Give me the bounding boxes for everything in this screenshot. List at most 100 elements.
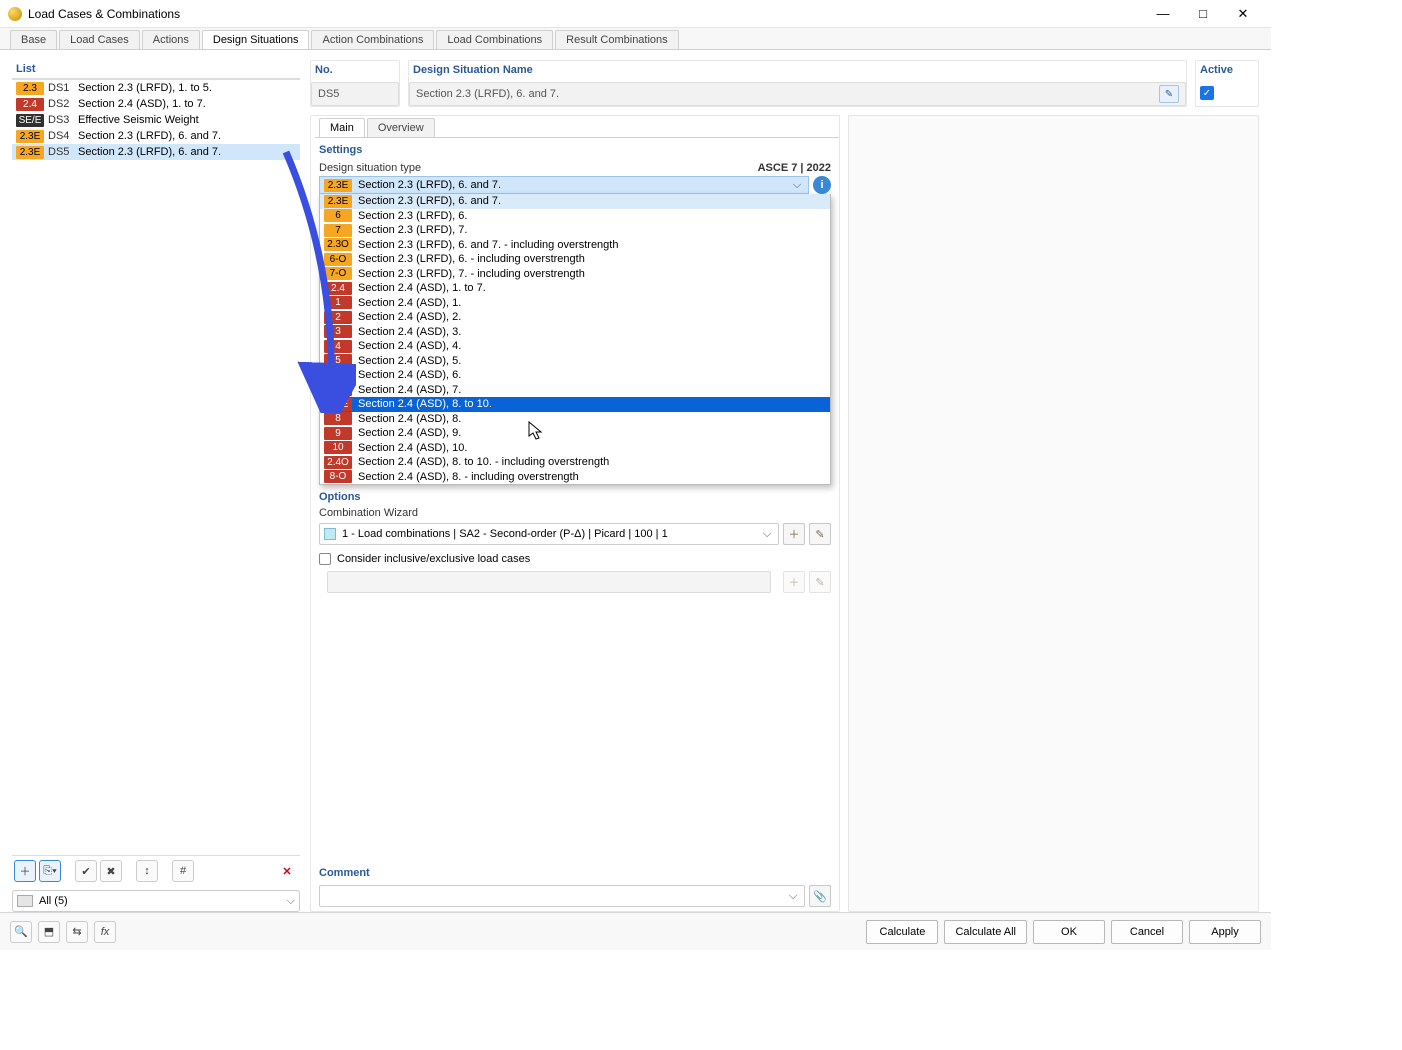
filter-dropdown[interactable]: All (5) ⌵ bbox=[12, 890, 300, 912]
type-option[interactable]: 7Section 2.3 (LRFD), 7. bbox=[320, 223, 830, 238]
list-item[interactable]: 2.4DS2Section 2.4 (ASD), 1. to 7. bbox=[12, 96, 300, 112]
main-tab-bar: BaseLoad CasesActionsDesign SituationsAc… bbox=[0, 28, 1271, 50]
type-option[interactable]: 10Section 2.4 (ASD), 10. bbox=[320, 441, 830, 456]
cancel-button[interactable]: Cancel bbox=[1111, 920, 1183, 944]
combo-wizard-dropdown[interactable]: 1 - Load combinations | SA2 - Second-ord… bbox=[319, 523, 779, 545]
consider-checkbox[interactable] bbox=[319, 553, 331, 565]
filter-swatch-icon bbox=[17, 895, 33, 907]
footer-tool-1[interactable]: 🔍 bbox=[10, 921, 32, 943]
titlebar: Load Cases & Combinations — □ ✕ bbox=[0, 0, 1271, 28]
tab-load-combinations[interactable]: Load Combinations bbox=[436, 30, 553, 49]
options-title: Options bbox=[311, 485, 839, 505]
tab-action-combinations[interactable]: Action Combinations bbox=[311, 30, 434, 49]
type-option[interactable]: 6Section 2.4 (ASD), 6. bbox=[320, 368, 830, 383]
calculate-button[interactable]: Calculate bbox=[866, 920, 938, 944]
consider-label: Consider inclusive/exclusive load cases bbox=[337, 553, 530, 565]
design-situations-list[interactable]: 2.3DS1Section 2.3 (LRFD), 1. to 5.2.4DS2… bbox=[12, 79, 300, 855]
footer-tool-3[interactable]: ⇆ bbox=[66, 921, 88, 943]
renumber-button[interactable]: # bbox=[172, 860, 194, 882]
footer-bar: 🔍 ⬒ ⇆ fx CalculateCalculate AllOKCancelA… bbox=[0, 912, 1271, 950]
type-option[interactable]: 8-OSection 2.4 (ASD), 8. - including ove… bbox=[320, 470, 830, 485]
type-dropdown-list[interactable]: 2.3ESection 2.3 (LRFD), 6. and 7.6Sectio… bbox=[319, 194, 831, 485]
inner-tab-overview[interactable]: Overview bbox=[367, 118, 435, 137]
tab-load-cases[interactable]: Load Cases bbox=[59, 30, 140, 49]
type-option[interactable]: 7Section 2.4 (ASD), 7. bbox=[320, 383, 830, 398]
combo-new-button[interactable]: ＋ bbox=[783, 523, 805, 545]
type-option[interactable]: 2Section 2.4 (ASD), 2. bbox=[320, 310, 830, 325]
ok-button[interactable]: OK bbox=[1033, 920, 1105, 944]
type-option[interactable]: 2.4Section 2.4 (ASD), 1. to 7. bbox=[320, 281, 830, 296]
type-option[interactable]: 2.4OSection 2.4 (ASD), 8. to 10. - inclu… bbox=[320, 455, 830, 470]
type-option[interactable]: 4Section 2.4 (ASD), 4. bbox=[320, 339, 830, 354]
type-option[interactable]: 8Section 2.4 (ASD), 8. bbox=[320, 412, 830, 427]
type-option[interactable]: 9Section 2.4 (ASD), 9. bbox=[320, 426, 830, 441]
selected-badge: 2.3E bbox=[324, 179, 352, 192]
type-option[interactable]: 7-OSection 2.3 (LRFD), 7. - including ov… bbox=[320, 267, 830, 282]
standard-label: ASCE 7 | 2022 bbox=[750, 160, 839, 176]
window-title: Load Cases & Combinations bbox=[28, 7, 1143, 21]
chevron-down-icon: ⌵ bbox=[790, 179, 804, 192]
active-label: Active bbox=[1196, 61, 1258, 82]
calculate-all-button[interactable]: Calculate All bbox=[944, 920, 1027, 944]
chevron-down-icon: ⌵ bbox=[287, 895, 295, 908]
tab-result-combinations[interactable]: Result Combinations bbox=[555, 30, 679, 49]
inner-tab-main[interactable]: Main bbox=[319, 118, 365, 137]
comment-attach-button[interactable]: 📎 bbox=[809, 885, 831, 907]
settings-title: Settings bbox=[311, 138, 839, 160]
comment-label: Comment bbox=[319, 861, 831, 883]
no-label: No. bbox=[311, 61, 399, 82]
tab-design-situations[interactable]: Design Situations bbox=[202, 30, 310, 49]
inner-tab-bar: MainOverview bbox=[315, 116, 839, 138]
sort-button[interactable]: ↕ bbox=[136, 860, 158, 882]
name-field[interactable]: Section 2.3 (LRFD), 6. and 7. ✎ bbox=[409, 82, 1186, 106]
apply-button[interactable]: Apply bbox=[1189, 920, 1261, 944]
type-option[interactable]: 6Section 2.3 (LRFD), 6. bbox=[320, 209, 830, 224]
preview-panel bbox=[848, 115, 1259, 912]
uncheck-button[interactable]: ✖ bbox=[100, 860, 122, 882]
type-option[interactable]: 5Section 2.4 (ASD), 5. bbox=[320, 354, 830, 369]
name-label: Design Situation Name bbox=[409, 61, 1186, 82]
type-option[interactable]: 2.3ESection 2.3 (LRFD), 6. and 7. bbox=[320, 194, 830, 209]
type-option[interactable]: 1Section 2.4 (ASD), 1. bbox=[320, 296, 830, 311]
tab-base[interactable]: Base bbox=[10, 30, 57, 49]
comment-input[interactable]: ⌵ bbox=[319, 885, 805, 907]
type-dropdown[interactable]: 2.3E Section 2.3 (LRFD), 6. and 7. ⌵ bbox=[319, 176, 809, 194]
filter-value: All (5) bbox=[39, 895, 68, 907]
close-button[interactable]: ✕ bbox=[1223, 1, 1263, 27]
list-item[interactable]: 2.3EDS4Section 2.3 (LRFD), 6. and 7. bbox=[12, 128, 300, 144]
combo-swatch-icon bbox=[324, 528, 336, 540]
footer-tool-4[interactable]: fx bbox=[94, 921, 116, 943]
no-field: DS5 bbox=[311, 82, 399, 106]
tab-actions[interactable]: Actions bbox=[142, 30, 200, 49]
list-toolbar: ＋ ⎘▾ ✔ ✖ ↕ # ✕ bbox=[12, 855, 300, 886]
inclusive-exclusive-dropdown bbox=[327, 571, 771, 593]
maximize-button[interactable]: □ bbox=[1183, 1, 1223, 27]
minimize-button[interactable]: — bbox=[1143, 1, 1183, 27]
chevron-down-icon: ⌵ bbox=[760, 528, 774, 541]
type-option[interactable]: 2.4ESection 2.4 (ASD), 8. to 10. bbox=[320, 397, 830, 412]
edit-name-icon[interactable]: ✎ bbox=[1159, 85, 1179, 103]
combo-wizard-label: Combination Wizard bbox=[311, 505, 839, 521]
incl-edit-button: ✎ bbox=[809, 571, 831, 593]
combo-wizard-value: 1 - Load combinations | SA2 - Second-ord… bbox=[342, 528, 668, 540]
list-item[interactable]: SE/EDS3Effective Seismic Weight bbox=[12, 112, 300, 128]
duplicate-button[interactable]: ⎘▾ bbox=[39, 860, 61, 882]
type-option[interactable]: 3Section 2.4 (ASD), 3. bbox=[320, 325, 830, 340]
info-icon[interactable]: i bbox=[813, 176, 831, 194]
check-button[interactable]: ✔ bbox=[75, 860, 97, 882]
list-item[interactable]: 2.3DS1Section 2.3 (LRFD), 1. to 5. bbox=[12, 80, 300, 96]
type-option[interactable]: 6-OSection 2.3 (LRFD), 6. - including ov… bbox=[320, 252, 830, 267]
incl-new-button: ＋ bbox=[783, 571, 805, 593]
combo-edit-button[interactable]: ✎ bbox=[809, 523, 831, 545]
type-value: Section 2.3 (LRFD), 6. and 7. bbox=[358, 179, 501, 191]
list-header: List bbox=[12, 60, 300, 79]
chevron-down-icon: ⌵ bbox=[786, 890, 800, 903]
app-icon bbox=[8, 7, 22, 21]
active-checkbox[interactable]: ✓ bbox=[1200, 86, 1214, 100]
list-item[interactable]: 2.3EDS5Section 2.3 (LRFD), 6. and 7. bbox=[12, 144, 300, 160]
footer-tool-2[interactable]: ⬒ bbox=[38, 921, 60, 943]
type-option[interactable]: 2.3OSection 2.3 (LRFD), 6. and 7. - incl… bbox=[320, 238, 830, 253]
type-label: Design situation type bbox=[311, 160, 429, 176]
new-button[interactable]: ＋ bbox=[14, 860, 36, 882]
delete-button[interactable]: ✕ bbox=[276, 860, 298, 882]
